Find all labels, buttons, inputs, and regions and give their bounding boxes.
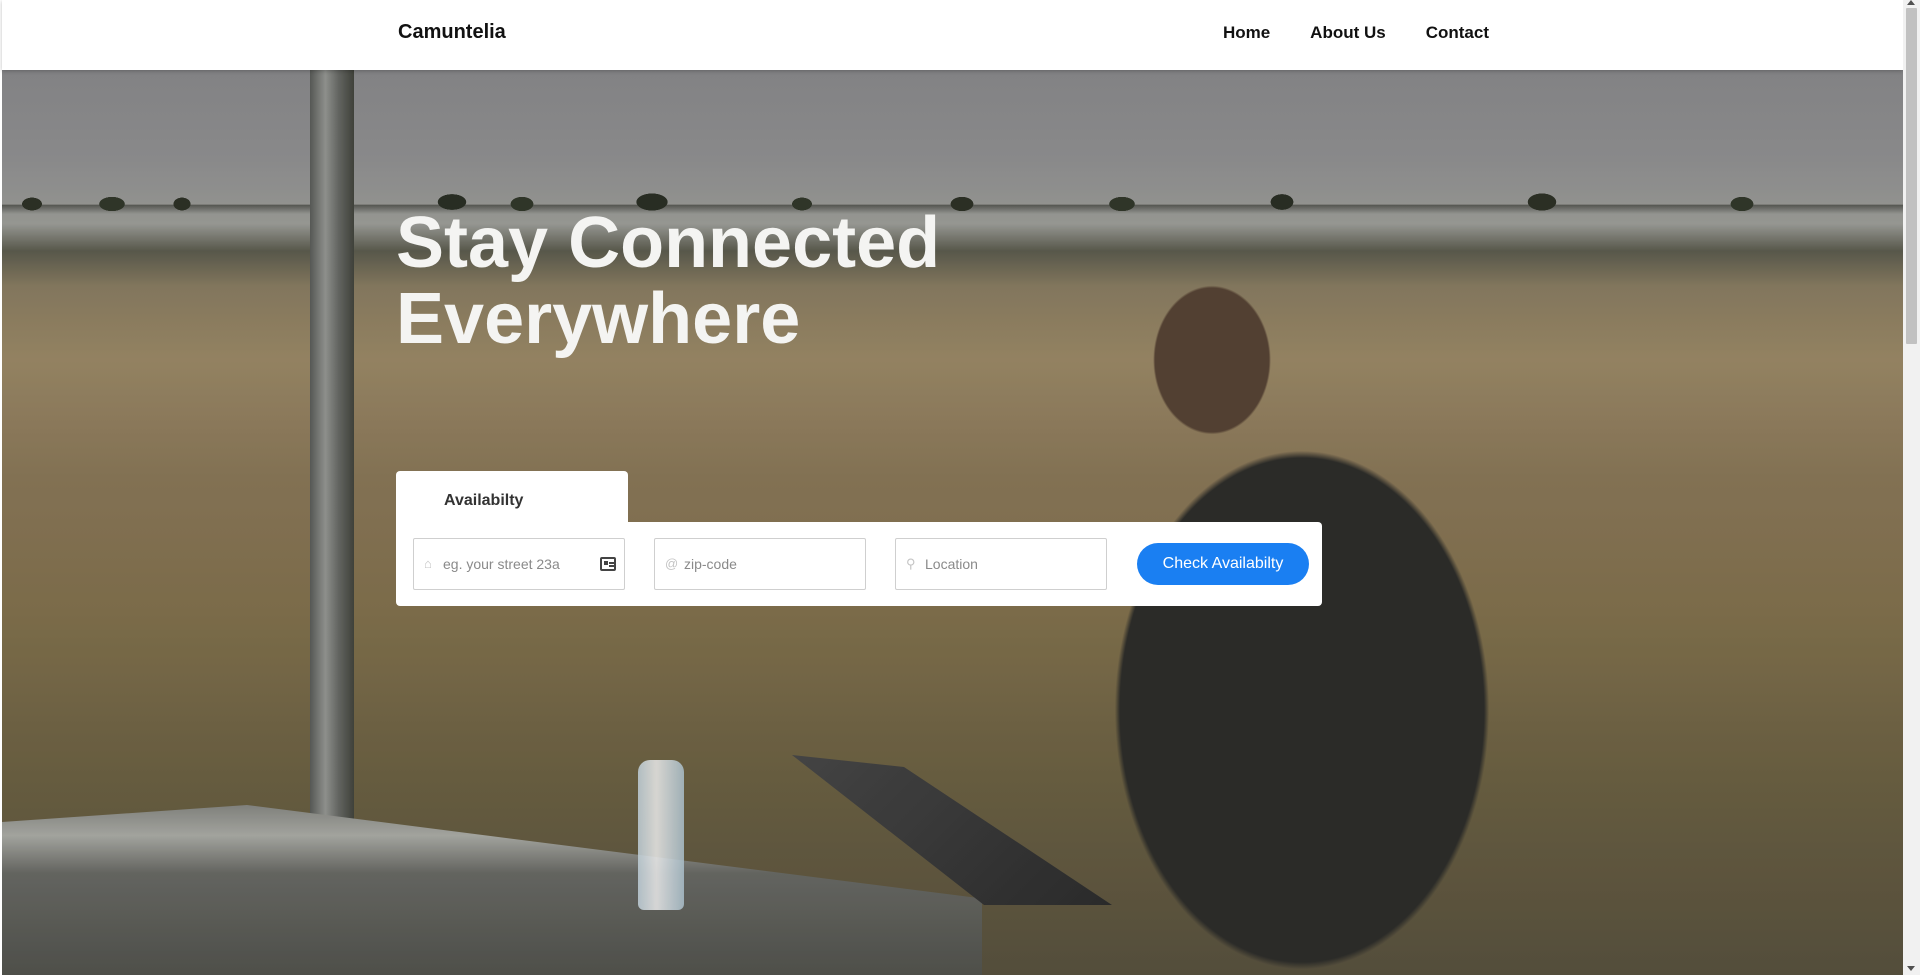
map-pin-icon: ⚲	[906, 556, 916, 571]
scroll-down-icon[interactable]	[1907, 966, 1915, 971]
street-input[interactable]	[443, 539, 593, 589]
tab-availability[interactable]: Availabilty	[396, 471, 628, 524]
scroll-thumb[interactable]	[1906, 8, 1917, 344]
hero-title-line1: Stay Connected	[396, 203, 941, 283]
check-availability-button[interactable]: Check Availabilty	[1137, 543, 1309, 585]
hero-title: Stay Connected Everywhere	[396, 205, 1016, 357]
page-scrollbar[interactable]	[1903, 0, 1920, 975]
nav-links: Home About Us Contact	[1223, 23, 1489, 43]
scroll-up-icon[interactable]	[1907, 0, 1915, 5]
location-input[interactable]	[925, 539, 1075, 589]
availability-form: ⌂ @ ⚲ Check Availabilty	[396, 522, 1322, 606]
location-field: ⚲	[895, 538, 1107, 590]
address-card-icon	[600, 557, 616, 571]
nav-link-home[interactable]: Home	[1223, 23, 1270, 43]
at-sign-icon: @	[665, 556, 679, 571]
top-navbar: Camuntelia Home About Us Contact	[2, 0, 1903, 70]
nav-link-about-us[interactable]: About Us	[1310, 23, 1386, 43]
tab-availability-label: Availabilty	[444, 492, 524, 509]
hero-content: Stay Connected Everywhere	[396, 205, 1016, 357]
zip-code-input[interactable]	[684, 539, 834, 589]
nav-link-contact[interactable]: Contact	[1426, 23, 1489, 43]
brand-logo[interactable]: Camuntelia	[398, 21, 506, 44]
zip-field: @	[654, 538, 866, 590]
street-field: ⌂	[413, 538, 625, 590]
home-icon: ⌂	[424, 556, 432, 571]
hero-title-line2: Everywhere	[396, 279, 801, 359]
